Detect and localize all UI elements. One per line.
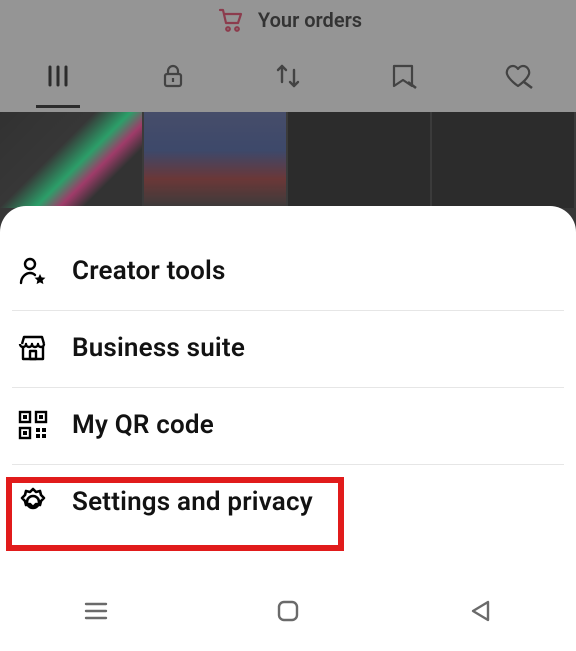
menu-item-label: Business suite [72, 333, 245, 363]
menu-item-qr-code[interactable]: My QR code [12, 388, 564, 465]
menu-item-label: Settings and privacy [72, 487, 313, 517]
screen-root: Your orders [0, 0, 576, 651]
nav-back-button[interactable] [452, 583, 508, 639]
qr-code-icon [16, 408, 50, 442]
nav-home-button[interactable] [260, 583, 316, 639]
menu-item-creator-tools[interactable]: Creator tools [12, 234, 564, 311]
nav-recents-button[interactable] [68, 583, 124, 639]
storefront-icon [16, 331, 50, 365]
person-star-icon [16, 254, 50, 288]
gear-icon [16, 485, 50, 519]
system-nav-bar [0, 571, 576, 651]
menu-item-label: Creator tools [72, 256, 226, 286]
menu-item-settings-privacy[interactable]: Settings and privacy [12, 465, 564, 541]
menu-item-label: My QR code [72, 410, 214, 440]
menu-item-business-suite[interactable]: Business suite [12, 311, 564, 388]
